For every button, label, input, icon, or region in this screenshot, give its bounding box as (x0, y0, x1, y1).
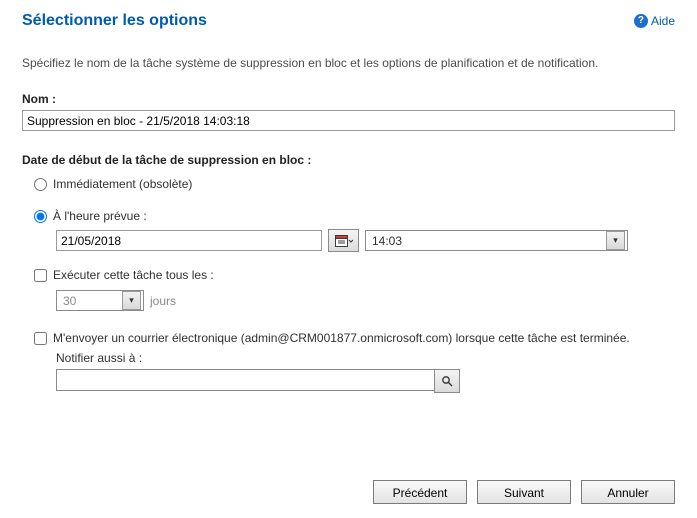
start-section-label: Date de début de la tâche de suppression… (22, 153, 675, 167)
notify-lookup-wrap (56, 369, 675, 393)
help-link-label: Aide (651, 14, 675, 28)
date-picker-button[interactable] (328, 229, 359, 252)
repeat-block: Exécuter cette tâche tous les : 30 ▾ jou… (22, 268, 675, 311)
header: Sélectionner les options ? Aide (22, 12, 675, 30)
notify-checkbox[interactable] (34, 332, 47, 345)
instructions-text: Spécifiez le nom de la tâche système de … (22, 56, 675, 70)
scheduled-radio-label: À l'heure prévue : (53, 209, 147, 223)
name-input[interactable] (22, 110, 675, 131)
help-link[interactable]: ? Aide (634, 14, 675, 28)
scheduled-inputs: 14:03 ▾ (56, 229, 675, 252)
immediate-radio[interactable] (34, 178, 47, 191)
repeat-controls: 30 ▾ jours (56, 290, 675, 311)
scheduled-radio[interactable] (34, 210, 47, 223)
footer-buttons: Précédent Suivant Annuler (373, 480, 675, 504)
notify-also-label: Notifier aussi à : (56, 351, 675, 365)
calendar-icon (335, 234, 353, 248)
next-button[interactable]: Suivant (477, 480, 571, 504)
cancel-button[interactable]: Annuler (581, 480, 675, 504)
chevron-down-icon: ▾ (122, 291, 141, 310)
notify-row: M'envoyer un courrier électronique (admi… (34, 331, 675, 345)
page-title: Sélectionner les options (22, 12, 207, 30)
help-icon: ? (634, 14, 648, 28)
repeat-checkbox[interactable] (34, 269, 47, 282)
notify-lookup-button[interactable] (434, 369, 460, 393)
repeat-days-value: 30 (63, 294, 76, 308)
scheduled-option-row: À l'heure prévue : (34, 209, 675, 223)
repeat-days-unit: jours (150, 294, 176, 308)
scheduled-block: À l'heure prévue : 14:03 ▾ (22, 209, 675, 252)
chevron-down-icon: ▾ (606, 231, 625, 250)
notify-lookup-input[interactable] (56, 369, 434, 391)
date-input[interactable] (56, 230, 322, 251)
repeat-row: Exécuter cette tâche tous les : (34, 268, 675, 282)
time-select-value: 14:03 (372, 234, 402, 248)
immediate-option-row: Immédiatement (obsolète) (34, 177, 675, 191)
time-select[interactable]: 14:03 ▾ (365, 230, 628, 251)
previous-button[interactable]: Précédent (373, 480, 467, 504)
repeat-label: Exécuter cette tâche tous les : (53, 268, 214, 282)
notify-block: M'envoyer un courrier électronique (admi… (22, 331, 675, 393)
search-icon (441, 375, 453, 387)
name-label: Nom : (22, 92, 675, 106)
repeat-days-select[interactable]: 30 ▾ (56, 290, 144, 311)
notify-label: M'envoyer un courrier électronique (admi… (53, 331, 630, 345)
wizard-page: Sélectionner les options ? Aide Spécifie… (0, 0, 697, 518)
immediate-radio-label: Immédiatement (obsolète) (53, 177, 192, 191)
